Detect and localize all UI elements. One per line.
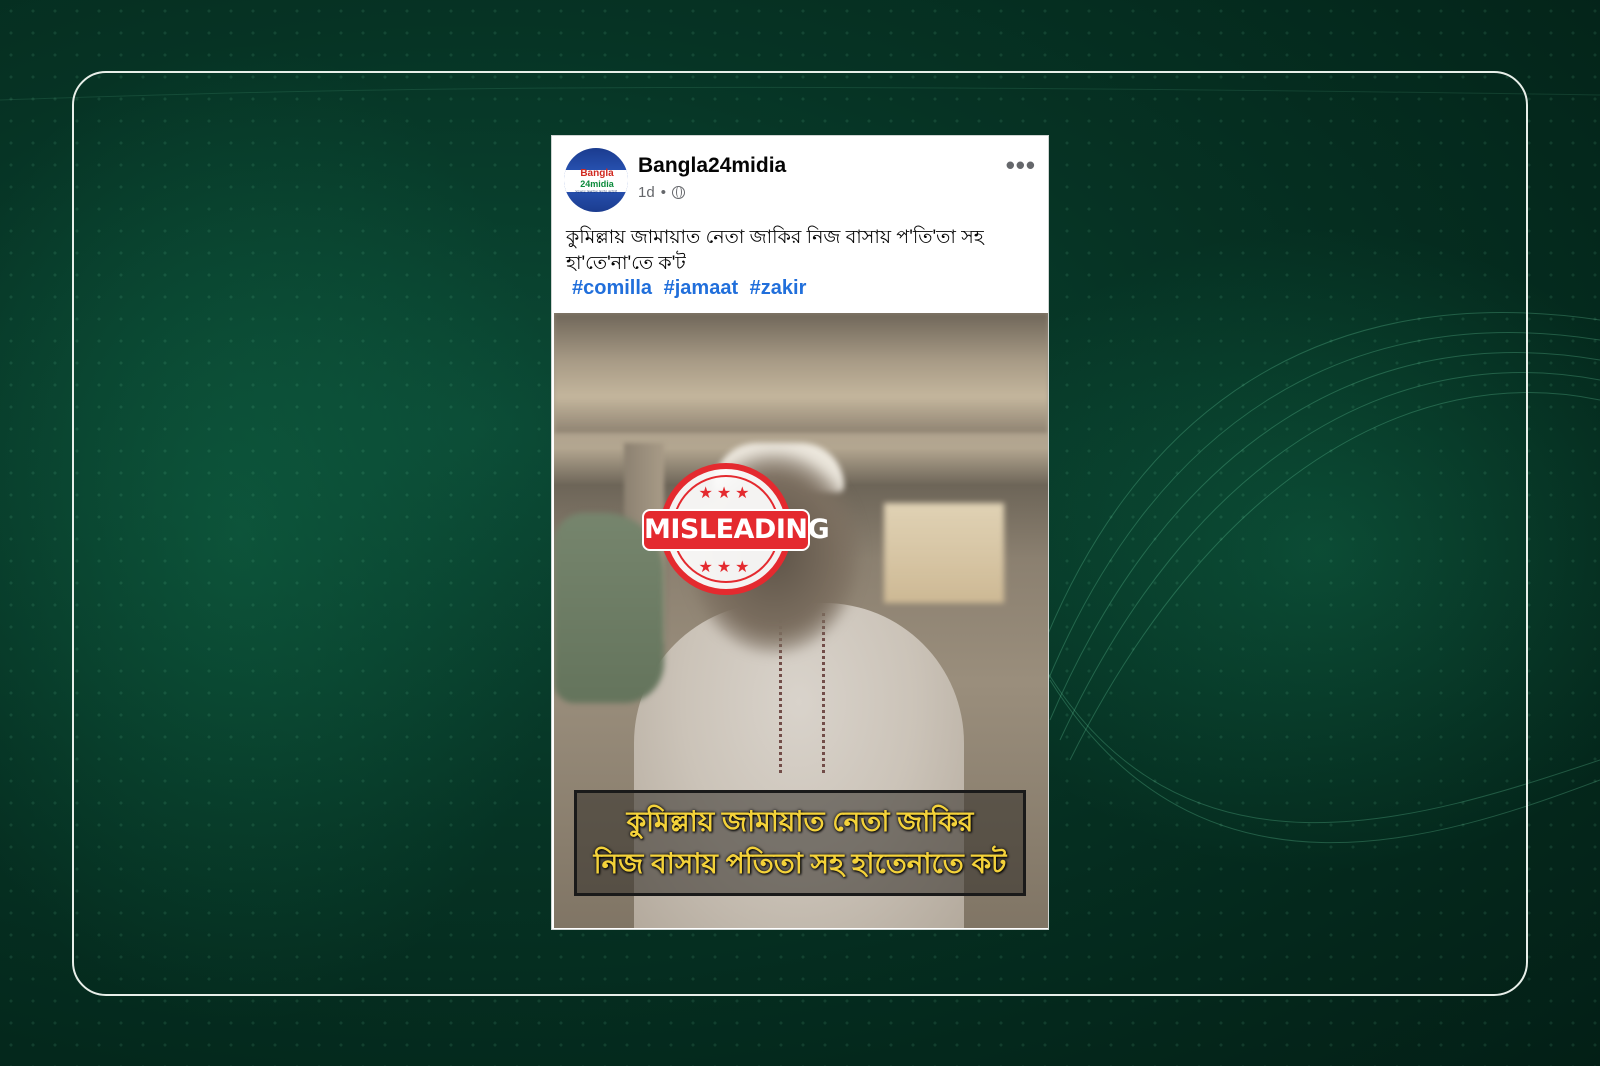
stamp-stars-icon: ★★★: [698, 559, 754, 576]
misleading-stamp: ★★★ MISLEADING ★★★: [642, 463, 830, 595]
globe-icon: [671, 186, 685, 199]
page-name[interactable]: Bangla24midia: [638, 154, 786, 178]
more-options-icon[interactable]: •••: [1006, 152, 1036, 178]
avatar-logo-line2: 24midia: [580, 179, 614, 189]
hashtag-link[interactable]: #zakir: [750, 277, 807, 299]
post-meta: 1d •: [638, 184, 685, 201]
post-video[interactable]: ★★★ MISLEADING ★★★ কুমিল্লায় জামায়াত ন…: [554, 313, 1048, 928]
video-subtitle: কুমিল্লায় জামায়াত নেতা জাকির নিজ বাসায…: [574, 790, 1026, 896]
hashtag-link[interactable]: #jamaat: [664, 277, 739, 299]
stamp-stars-icon: ★★★: [698, 485, 754, 502]
post-caption: কুমিল্লায় জামায়াত নেতা জাকির নিজ বাসায…: [566, 227, 984, 274]
post-header: Bangla 24midia সত্যের সন্ধানে সবার আগে B…: [552, 136, 1048, 216]
hashtag-link[interactable]: #comilla: [572, 277, 652, 299]
subtitle-line-1: কুমিল্লায় জামায়াত নেতা জাকির: [626, 806, 974, 837]
meta-separator: •: [660, 184, 666, 201]
hashtags: #comilla #jamaat #zakir: [572, 277, 812, 300]
facebook-post: Bangla 24midia সত্যের সন্ধানে সবার আগে B…: [551, 135, 1049, 930]
video-window-light: [884, 503, 1004, 603]
stamp-label: MISLEADING: [642, 509, 830, 551]
avatar-logo: Bangla 24midia: [571, 168, 623, 190]
avatar-tagline: সত্যের সন্ধানে সবার আগে: [574, 189, 618, 194]
avatar[interactable]: Bangla 24midia সত্যের সন্ধানে সবার আগে: [564, 148, 628, 212]
post-time[interactable]: 1d: [638, 184, 655, 201]
video-top-frame: [554, 313, 1048, 433]
subtitle-line-2: নিজ বাসায় পতিতা সহ হাতেনাতে কট: [593, 848, 1007, 879]
avatar-logo-line1: Bangla: [580, 168, 614, 179]
